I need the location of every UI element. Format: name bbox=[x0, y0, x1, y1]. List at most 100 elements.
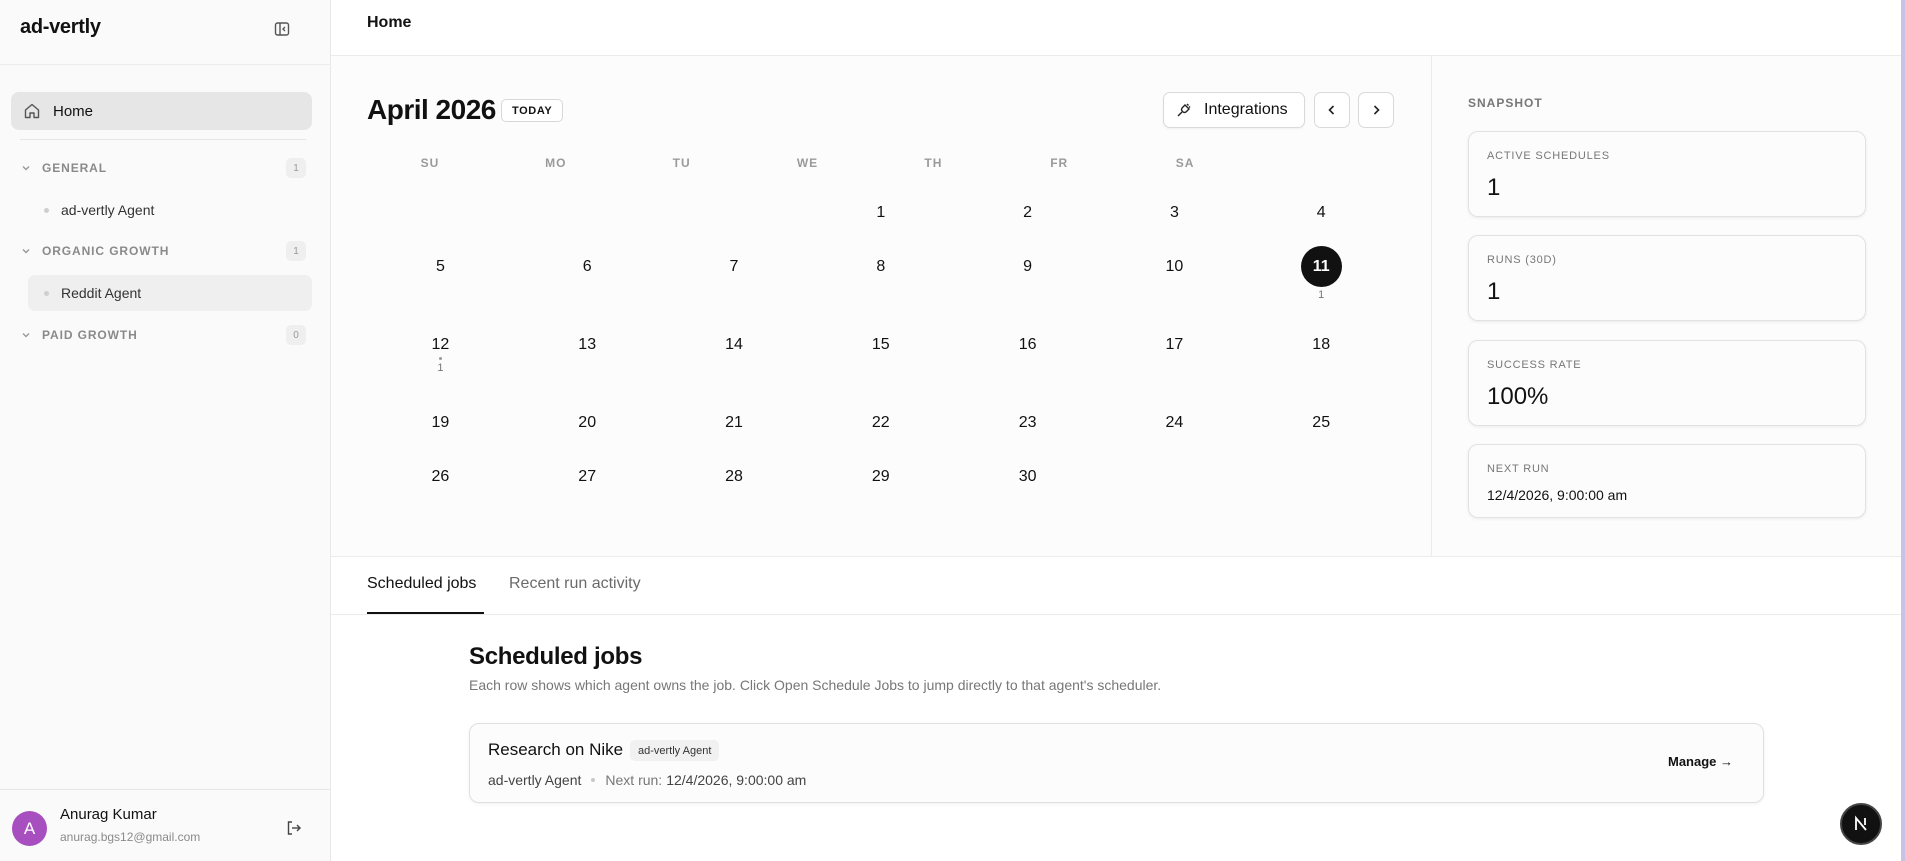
day-number: 4 bbox=[1316, 204, 1326, 221]
stat-value: 1 bbox=[1487, 278, 1501, 305]
integrations-button[interactable]: Integrations bbox=[1163, 92, 1305, 128]
calendar-day[interactable]: 10 bbox=[1101, 258, 1248, 276]
calendar-day[interactable]: 28 bbox=[661, 468, 808, 486]
month-title: April 2026 bbox=[367, 94, 496, 125]
calendar-day[interactable]: 30 bbox=[954, 468, 1101, 486]
calendar-day[interactable]: 27 bbox=[514, 468, 661, 486]
next-dev-tools-button[interactable] bbox=[1840, 803, 1882, 845]
calendar-day[interactable]: 18 bbox=[1248, 336, 1395, 354]
calendar-day[interactable]: 11 1 bbox=[1248, 246, 1395, 301]
brand-logo: ad-vertly bbox=[20, 16, 101, 38]
snapshot-panel: SNAPSHOT ACTIVE SCHEDULES 1 RUNS (30D) 1… bbox=[1431, 56, 1901, 556]
stat-label: RUNS (30D) bbox=[1487, 254, 1557, 266]
calendar-day[interactable]: 22 bbox=[807, 414, 954, 432]
calendar-day[interactable]: 26 bbox=[367, 468, 514, 486]
day-number: 25 bbox=[1312, 414, 1331, 431]
snapshot-title: SNAPSHOT bbox=[1468, 96, 1543, 110]
sidebar-item-ad-vertly-agent[interactable]: ad-vertly Agent bbox=[28, 192, 312, 228]
integrations-label: Integrations bbox=[1204, 101, 1288, 118]
section-description: Each row shows which agent owns the job.… bbox=[469, 677, 1162, 693]
topbar: Home bbox=[331, 0, 1905, 56]
day-run-count: 1 bbox=[1318, 289, 1325, 301]
sidebar-group-organic-growth[interactable]: ORGANIC GROWTH 1 bbox=[20, 239, 306, 263]
window-edge bbox=[1901, 0, 1905, 861]
chevron-left-icon bbox=[1328, 105, 1335, 115]
day-number: 8 bbox=[876, 258, 886, 275]
sidebar-item-home[interactable]: Home bbox=[11, 92, 312, 130]
logout-button[interactable] bbox=[283, 817, 305, 839]
weekday-label: TU bbox=[672, 156, 691, 170]
day-number: 11 bbox=[1300, 246, 1342, 287]
calendar-day[interactable]: 4 bbox=[1248, 204, 1395, 222]
job-row: Research on Nike ad-vertly Agent ad-vert… bbox=[469, 723, 1764, 803]
calendar-day[interactable]: 5 bbox=[367, 258, 514, 276]
section-title: Scheduled jobs bbox=[469, 643, 643, 670]
sidebar: ad-vertly Home GENERAL 1 ad-vertly Agent… bbox=[0, 0, 331, 861]
day-number: 1 bbox=[876, 204, 886, 221]
sidebar-item-reddit-agent[interactable]: Reddit Agent bbox=[28, 275, 312, 311]
calendar-day[interactable]: 23 bbox=[954, 414, 1101, 432]
chevron-down-icon bbox=[20, 246, 32, 256]
stat-label: ACTIVE SCHEDULES bbox=[1487, 150, 1610, 162]
stat-value: 12/4/2026, 9:00:00 am bbox=[1487, 487, 1628, 503]
day-number: 13 bbox=[578, 336, 597, 353]
tab-recent-run-activity[interactable]: Recent run activity bbox=[509, 575, 641, 593]
calendar-day[interactable]: 14 bbox=[661, 336, 808, 354]
chevron-down-icon bbox=[20, 163, 32, 173]
sidebar-group-paid-growth[interactable]: PAID GROWTH 0 bbox=[20, 323, 306, 347]
calendar-day[interactable]: 2 bbox=[954, 204, 1101, 222]
tab-scheduled-jobs[interactable]: Scheduled jobs bbox=[367, 575, 476, 593]
day-number: 22 bbox=[871, 414, 890, 431]
today-button[interactable]: TODAY bbox=[501, 99, 564, 122]
next-month-button[interactable] bbox=[1358, 92, 1394, 128]
sidebar-toggle-icon bbox=[274, 22, 290, 36]
day-number: 17 bbox=[1165, 336, 1184, 353]
manage-button[interactable]: Manage → bbox=[1668, 754, 1733, 769]
calendar-day[interactable]: 25 bbox=[1248, 414, 1395, 432]
calendar-day[interactable]: 24 bbox=[1101, 414, 1248, 432]
next-run-label: Next run: bbox=[605, 772, 663, 788]
day-number: 9 bbox=[1023, 258, 1033, 275]
calendar-day[interactable]: 16 bbox=[954, 336, 1101, 354]
group-count-badge: 1 bbox=[286, 158, 306, 178]
run-indicator-dot bbox=[438, 357, 442, 360]
calendar-day[interactable]: 1 bbox=[807, 204, 954, 222]
next-logo-icon bbox=[1855, 815, 1867, 831]
breadcrumb: Home bbox=[367, 14, 412, 31]
calendar-day[interactable]: 8 bbox=[807, 258, 954, 276]
avatar[interactable]: A bbox=[12, 811, 47, 846]
sidebar-group-general[interactable]: GENERAL 1 bbox=[20, 156, 306, 180]
calendar-day[interactable]: 17 bbox=[1101, 336, 1248, 354]
calendar-day[interactable]: 3 bbox=[1101, 204, 1248, 222]
calendar-day[interactable]: 21 bbox=[661, 414, 808, 432]
separator-dot bbox=[591, 778, 596, 782]
stat-card-next-run: NEXT RUN 12/4/2026, 9:00:00 am bbox=[1468, 444, 1866, 518]
job-meta: ad-vertly Agent Next run: 12/4/2026, 9:0… bbox=[488, 772, 806, 788]
day-number: 18 bbox=[1312, 336, 1331, 353]
plug-icon bbox=[1177, 103, 1191, 117]
calendar-day[interactable]: 9 bbox=[954, 258, 1101, 276]
previous-month-button[interactable] bbox=[1314, 92, 1350, 128]
day-number: 20 bbox=[578, 414, 597, 431]
calendar-grid: SU MO TU WE TH FR SA 1 2 3 4 5 6 7 8 9 10 11 1 12 1 13… bbox=[367, 156, 1342, 485]
bullet-dot bbox=[44, 207, 49, 213]
calendar-day[interactable]: 7 bbox=[661, 258, 808, 276]
day-number: 7 bbox=[729, 258, 739, 275]
calendar-day[interactable]: 13 bbox=[514, 336, 661, 354]
calendar-day[interactable]: 15 bbox=[807, 336, 954, 354]
calendar-day[interactable]: 6 bbox=[514, 258, 661, 276]
active-tab-indicator bbox=[367, 612, 484, 614]
agent-label: ad-vertly Agent bbox=[61, 202, 155, 218]
day-number: 15 bbox=[871, 336, 890, 353]
calendar-day[interactable]: 12 1 bbox=[367, 336, 514, 374]
collapse-sidebar-button[interactable] bbox=[270, 17, 294, 41]
calendar-day[interactable]: 29 bbox=[807, 468, 954, 486]
calendar-day[interactable]: 19 bbox=[367, 414, 514, 432]
day-number: 24 bbox=[1165, 414, 1184, 431]
stat-label: SUCCESS RATE bbox=[1487, 359, 1582, 371]
day-number: 12 bbox=[431, 336, 450, 353]
calendar-day[interactable]: 20 bbox=[514, 414, 661, 432]
divider bbox=[0, 64, 331, 65]
next-run-value: 12/4/2026, 9:00:00 am bbox=[666, 772, 807, 788]
weekday-header: SU MO TU WE TH FR SA bbox=[367, 156, 1248, 180]
